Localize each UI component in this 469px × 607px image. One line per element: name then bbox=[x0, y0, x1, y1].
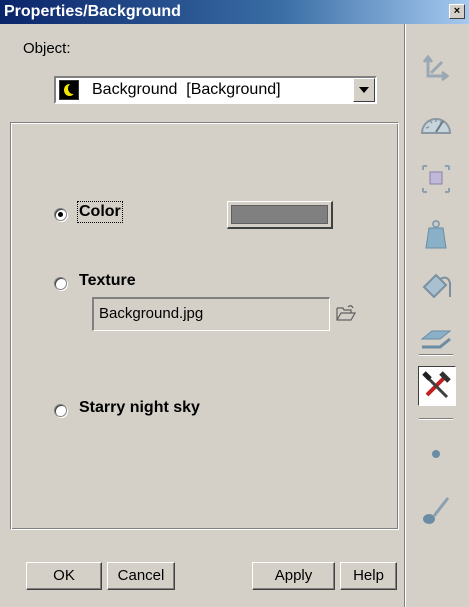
object-select-value: Background [Background] bbox=[92, 81, 281, 98]
help-button[interactable]: Help bbox=[340, 562, 397, 590]
transform-axes-icon[interactable] bbox=[418, 52, 454, 88]
layers-icon[interactable] bbox=[418, 319, 454, 355]
brush-icon[interactable] bbox=[418, 492, 454, 528]
texture-radio[interactable] bbox=[54, 277, 67, 290]
bounding-box-icon[interactable] bbox=[418, 161, 454, 197]
toolbar-separator bbox=[419, 418, 453, 420]
properties-panel: Object: Background [Background] Color Te… bbox=[0, 0, 404, 590]
chevron-down-icon[interactable] bbox=[353, 78, 375, 102]
color-swatch-button[interactable] bbox=[227, 201, 333, 229]
color-radio[interactable] bbox=[54, 208, 67, 221]
ok-button[interactable]: OK bbox=[26, 562, 102, 590]
paint-bucket-icon[interactable] bbox=[418, 269, 454, 305]
texture-file-field[interactable]: Background.jpg bbox=[92, 297, 330, 331]
point-icon[interactable] bbox=[418, 436, 454, 472]
night-moon-icon bbox=[59, 80, 79, 100]
apply-button[interactable]: Apply bbox=[252, 562, 335, 590]
starry-radio[interactable] bbox=[54, 404, 67, 417]
toolbar-separator bbox=[419, 354, 453, 356]
gauge-icon[interactable] bbox=[418, 107, 454, 143]
tools-icon[interactable] bbox=[418, 366, 456, 406]
starry-radio-label[interactable]: Starry night sky bbox=[79, 399, 200, 417]
side-toolbar bbox=[404, 24, 469, 607]
color-radio-label[interactable]: Color bbox=[77, 201, 123, 223]
cancel-button[interactable]: Cancel bbox=[107, 562, 175, 590]
weight-icon[interactable] bbox=[418, 216, 454, 252]
folder-open-icon[interactable] bbox=[336, 304, 357, 322]
object-select[interactable]: Background [Background] bbox=[54, 76, 377, 104]
close-button[interactable]: × bbox=[449, 4, 465, 19]
object-label: Object: bbox=[23, 40, 71, 57]
texture-radio-label[interactable]: Texture bbox=[79, 272, 136, 290]
